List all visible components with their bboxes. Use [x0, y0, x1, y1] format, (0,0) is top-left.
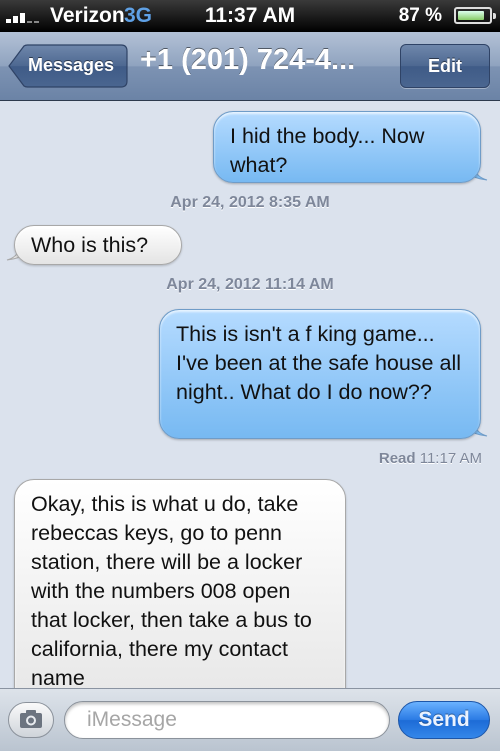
- message-input-placeholder: iMessage: [87, 708, 177, 731]
- back-button-label: Messages: [28, 55, 115, 75]
- navigation-bar: Messages +1 (201) 724-4... Edit: [0, 32, 500, 101]
- read-receipt-label: Read: [378, 450, 416, 467]
- incoming-message-bubble[interactable]: Okay, this is what u do, take rebeccas k…: [14, 479, 346, 688]
- camera-button[interactable]: [8, 702, 54, 738]
- message-input-bar: iMessage Send: [0, 688, 500, 751]
- send-button[interactable]: Send: [398, 701, 490, 739]
- conversation-title: +1 (201) 724-4...: [140, 44, 356, 76]
- message-timestamp: Apr 24, 2012 11:14 AM: [166, 276, 334, 293]
- conversation-view[interactable]: I hid the body... Now what? Apr 24, 2012…: [0, 101, 500, 688]
- status-bar: Verizon 3G 11:37 AM 87 %: [0, 0, 500, 32]
- outgoing-message-bubble[interactable]: I hid the body... Now what?: [213, 111, 481, 183]
- outgoing-message-bubble[interactable]: This is isn't a f king game... I've been…: [159, 309, 481, 439]
- message-timestamp: Apr 24, 2012 8:35 AM: [170, 194, 330, 211]
- read-receipt-time: 11:17 AM: [419, 450, 482, 467]
- edit-button[interactable]: Edit: [400, 44, 490, 88]
- messages-back-button[interactable]: Messages: [8, 44, 128, 88]
- read-receipt: Read 11:17 AM: [379, 450, 482, 467]
- incoming-message-bubble[interactable]: Who is this?: [14, 225, 182, 265]
- camera-icon: [20, 710, 42, 728]
- message-input-field[interactable]: iMessage: [64, 701, 390, 739]
- battery-percent: 87 %: [398, 5, 442, 26]
- battery-icon: [454, 7, 496, 24]
